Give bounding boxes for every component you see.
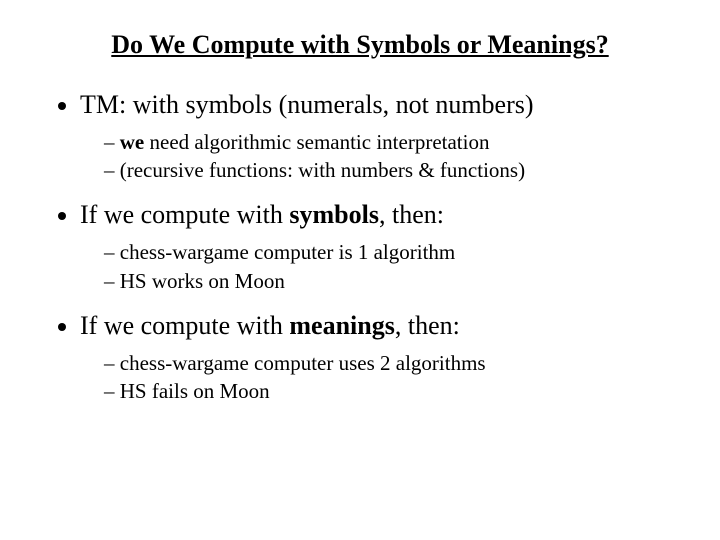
sub-symbols-1-text: chess-wargame computer is 1 algorithm — [120, 240, 456, 264]
sub-meanings-2: HS fails on Moon — [104, 377, 670, 405]
sub-meanings-2-text: HS fails on Moon — [120, 379, 270, 403]
bullet-symbols-pre: If we compute with — [80, 200, 289, 229]
sub-symbols-2: HS works on Moon — [104, 267, 670, 295]
sub-tm-1-rest: need algorithmic semantic interpretation — [144, 130, 489, 154]
bullet-symbols: If we compute with symbols, then: chess-… — [80, 198, 670, 294]
bullet-symbols-post: , then: — [379, 200, 444, 229]
bullet-tm: TM: with symbols (numerals, not numbers)… — [80, 88, 670, 184]
bullet-meanings-bold: meanings — [289, 311, 394, 340]
bullet-meanings: If we compute with meanings, then: chess… — [80, 309, 670, 405]
bullet-list: TM: with symbols (numerals, not numbers)… — [50, 88, 670, 405]
sub-tm-1-we: we — [120, 130, 145, 154]
sub-tm-1: we need algorithmic semantic interpretat… — [104, 128, 670, 156]
bullet-tm-text: TM: with symbols (numerals, not numbers) — [80, 90, 534, 119]
sublist-tm: we need algorithmic semantic interpretat… — [80, 128, 670, 185]
sub-symbols-1: chess-wargame computer is 1 algorithm — [104, 238, 670, 266]
sublist-symbols: chess-wargame computer is 1 algorithm HS… — [80, 238, 670, 295]
sublist-meanings: chess-wargame computer uses 2 algorithms… — [80, 349, 670, 406]
sub-tm-2: (recursive functions: with numbers & fun… — [104, 156, 670, 184]
slide-title: Do We Compute with Symbols or Meanings? — [50, 30, 670, 60]
bullet-meanings-pre: If we compute with — [80, 311, 289, 340]
slide: Do We Compute with Symbols or Meanings? … — [0, 0, 720, 449]
sub-symbols-2-text: HS works on Moon — [120, 269, 285, 293]
bullet-symbols-bold: symbols — [289, 200, 379, 229]
sub-tm-2-text: (recursive functions: with numbers & fun… — [120, 158, 525, 182]
sub-meanings-1: chess-wargame computer uses 2 algorithms — [104, 349, 670, 377]
bullet-meanings-post: , then: — [395, 311, 460, 340]
sub-meanings-1-text: chess-wargame computer uses 2 algorithms — [120, 351, 486, 375]
